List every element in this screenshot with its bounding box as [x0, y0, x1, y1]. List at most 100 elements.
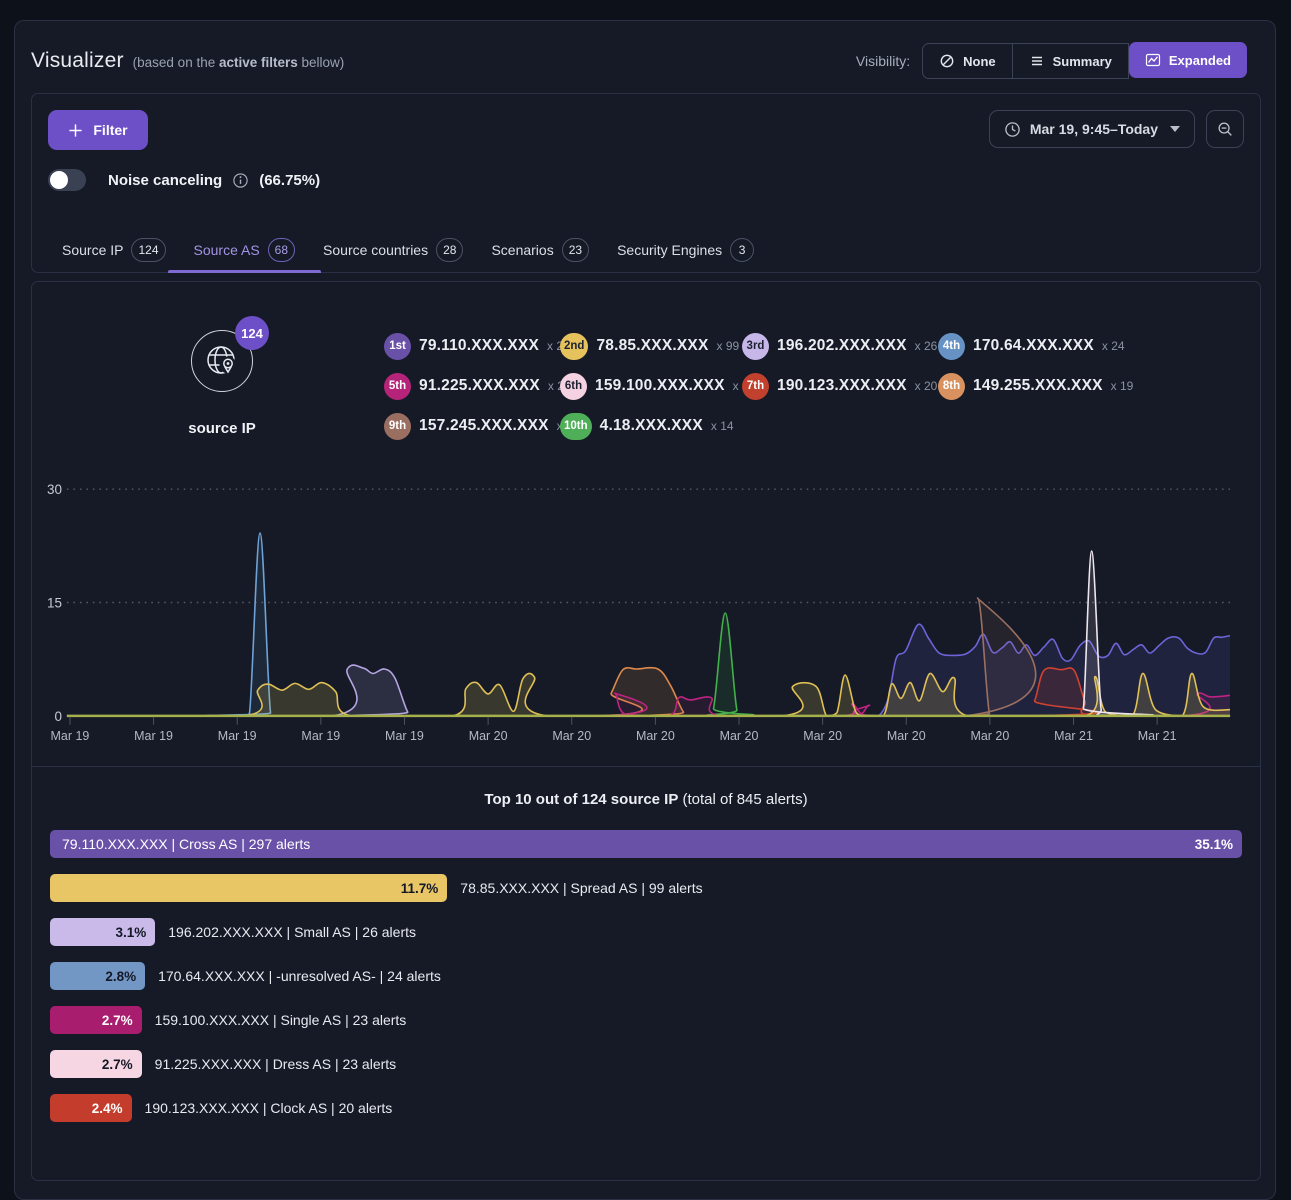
entity-count-badge: 124 [235, 316, 269, 350]
legend-item[interactable]: 5th91.225.XXX.XXXx 23 [384, 373, 560, 400]
bar-percent: 2.4% [92, 1101, 132, 1116]
page-subtitle: (based on the active filters bellow) [133, 55, 345, 70]
toggle-knob [50, 171, 68, 189]
bar-label: 196.202.XXX.XXX | Small AS | 26 alerts [168, 924, 416, 940]
tab-count-badge: 3 [730, 238, 754, 262]
alert-bar[interactable]: 2.7% [50, 1006, 142, 1034]
chart-section: 124 [32, 282, 1260, 767]
magnifier-minus-icon [1217, 121, 1234, 138]
alert-bar[interactable]: 3.1% [50, 918, 155, 946]
visibility-summary-label: Summary [1053, 54, 1112, 69]
summary-section: Top 10 out of 124 source IP (total of 84… [32, 791, 1260, 1122]
expanded-chart-icon [1145, 52, 1161, 68]
visibility-expanded-button[interactable]: Expanded [1129, 42, 1247, 78]
tab-count-badge: 124 [131, 238, 165, 262]
legend-item[interactable]: 7th190.123.XXX.XXXx 20 [742, 373, 938, 400]
entity-block: 124 [160, 316, 284, 437]
tab-source-ip[interactable]: Source IP 124 [48, 228, 180, 272]
x-axis-label: Mar 20 [720, 729, 759, 743]
x-axis-label: Mar 20 [970, 729, 1009, 743]
legend-item[interactable]: 6th159.100.XXX.XXXx 23 [560, 373, 742, 400]
bar-percent: 3.1% [115, 925, 155, 940]
alert-bar-row: 2.4% 190.123.XXX.XXX | Clock AS | 20 ale… [50, 1094, 1242, 1122]
chevron-down-icon [1170, 126, 1180, 132]
noise-canceling-percent: (66.75%) [259, 172, 320, 189]
date-range-value: Mar 19, 9:45–Today [1030, 121, 1158, 137]
rank-badge: 4th [938, 333, 965, 360]
legend-item[interactable]: 10th4.18.XXX.XXXx 14 [560, 413, 742, 440]
legend-item[interactable]: 8th149.255.XXX.XXXx 19 [938, 373, 1133, 400]
legend-item[interactable]: 3rd196.202.XXX.XXXx 26 [742, 333, 938, 360]
visualizer-panel: Visualizer (based on the active filters … [14, 20, 1276, 1200]
x-axis-label: Mar 20 [469, 729, 508, 743]
x-axis-label: Mar 21 [1054, 729, 1093, 743]
legend-item[interactable]: 1st79.110.XXX.XXXx 297 [384, 333, 560, 360]
add-filter-button[interactable]: Filter [48, 110, 148, 150]
noise-canceling-label: Noise canceling [108, 172, 222, 189]
alert-bar-row: 3.1% 196.202.XXX.XXX | Small AS | 26 ale… [50, 918, 1242, 946]
rank-badge: 3rd [742, 333, 769, 360]
y-axis-label: 30 [47, 482, 62, 497]
entity-label: source IP [160, 420, 284, 437]
alert-bar[interactable]: 2.4% [50, 1094, 132, 1122]
tab-source-countries[interactable]: Source countries 28 [309, 228, 477, 272]
rank-badge: 2nd [560, 333, 588, 360]
noise-canceling-toggle[interactable] [48, 169, 86, 191]
rank-badge: 7th [742, 373, 769, 400]
summary-icon [1029, 53, 1045, 69]
bar-label: 190.123.XXX.XXX | Clock AS | 20 alerts [145, 1100, 393, 1116]
date-range-picker[interactable]: Mar 19, 9:45–Today [989, 110, 1195, 148]
bar-percent: 2.8% [105, 969, 145, 984]
x-axis-label: Mar 21 [1138, 729, 1177, 743]
y-axis-label: 0 [54, 709, 62, 724]
x-axis-label: Mar 19 [385, 729, 424, 743]
alert-bar-row: 2.8% 170.64.XXX.XXX | -unresolved AS- | … [50, 962, 1242, 990]
filter-tabs: Source IP 124 Source AS 68 Source countr… [48, 228, 1244, 272]
plus-icon [68, 123, 83, 138]
tab-scenarios[interactable]: Scenarios 23 [477, 228, 603, 272]
filter-button-label: Filter [93, 122, 127, 138]
rank-badge: 9th [384, 413, 411, 440]
alert-bar[interactable]: 2.7% [50, 1050, 142, 1078]
tab-count-badge: 68 [268, 238, 295, 262]
bar-percent: 2.7% [102, 1057, 142, 1072]
main-panel: 124 [31, 281, 1261, 1181]
alert-bar-row: 2.7% 91.225.XXX.XXX | Dress AS | 23 aler… [50, 1050, 1242, 1078]
visibility-segmented-control: None Summary Expanded [922, 43, 1247, 79]
visibility-none-button[interactable]: None [923, 44, 1012, 78]
alert-bar-row: 79.110.XXX.XXX | Cross AS | 297 alerts 3… [50, 830, 1242, 858]
x-axis-label: Mar 19 [134, 729, 173, 743]
visibility-none-label: None [963, 54, 996, 69]
visibility-label: Visibility: [856, 53, 910, 69]
legend-item[interactable]: 2nd78.85.XXX.XXXx 99 [560, 333, 742, 360]
none-icon [939, 53, 955, 69]
top-ip-bars: 79.110.XXX.XXX | Cross AS | 297 alerts 3… [50, 830, 1242, 1122]
rank-badge: 8th [938, 373, 965, 400]
alert-bar[interactable]: 79.110.XXX.XXX | Cross AS | 297 alerts 3… [50, 830, 1242, 858]
tab-security-engines[interactable]: Security Engines 3 [603, 228, 768, 272]
bar-percent: 2.7% [102, 1013, 142, 1028]
legend-item[interactable]: 9th157.245.XXX.XXXx 16 [384, 413, 560, 440]
alert-bar-row: 11.7% 78.85.XXX.XXX | Spread AS | 99 ale… [50, 874, 1242, 902]
x-axis-label: Mar 19 [301, 729, 340, 743]
tab-source-as[interactable]: Source AS 68 [180, 228, 310, 272]
top-ip-legend: 1st79.110.XXX.XXXx 297 2nd78.85.XXX.XXXx… [384, 326, 1133, 446]
page-title: Visualizer [31, 49, 124, 73]
alert-bar[interactable]: 11.7% [50, 874, 447, 902]
alert-bar[interactable]: 2.8% [50, 962, 145, 990]
visibility-summary-button[interactable]: Summary [1012, 44, 1128, 78]
y-axis-label: 15 [47, 596, 62, 611]
clock-icon [1004, 121, 1021, 138]
bar-label: 159.100.XXX.XXX | Single AS | 23 alerts [155, 1012, 407, 1028]
filter-panel: Filter Mar 19, 9:45–Today Noi [31, 93, 1261, 273]
bar-label: 91.225.XXX.XXX | Dress AS | 23 alerts [155, 1056, 397, 1072]
alert-bar-row: 2.7% 159.100.XXX.XXX | Single AS | 23 al… [50, 1006, 1242, 1034]
info-icon[interactable] [232, 172, 249, 189]
noise-canceling-row: Noise canceling (66.75%) [48, 169, 1244, 191]
timeseries-chart[interactable]: 30150Mar 19Mar 19Mar 19Mar 19Mar 19Mar 2… [46, 469, 1246, 752]
legend-item[interactable]: 4th170.64.XXX.XXXx 24 [938, 333, 1133, 360]
x-axis-label: Mar 20 [887, 729, 926, 743]
zoom-out-button[interactable] [1206, 110, 1244, 148]
header: Visualizer (based on the active filters … [15, 21, 1275, 93]
bar-percent: 11.7% [401, 881, 448, 896]
